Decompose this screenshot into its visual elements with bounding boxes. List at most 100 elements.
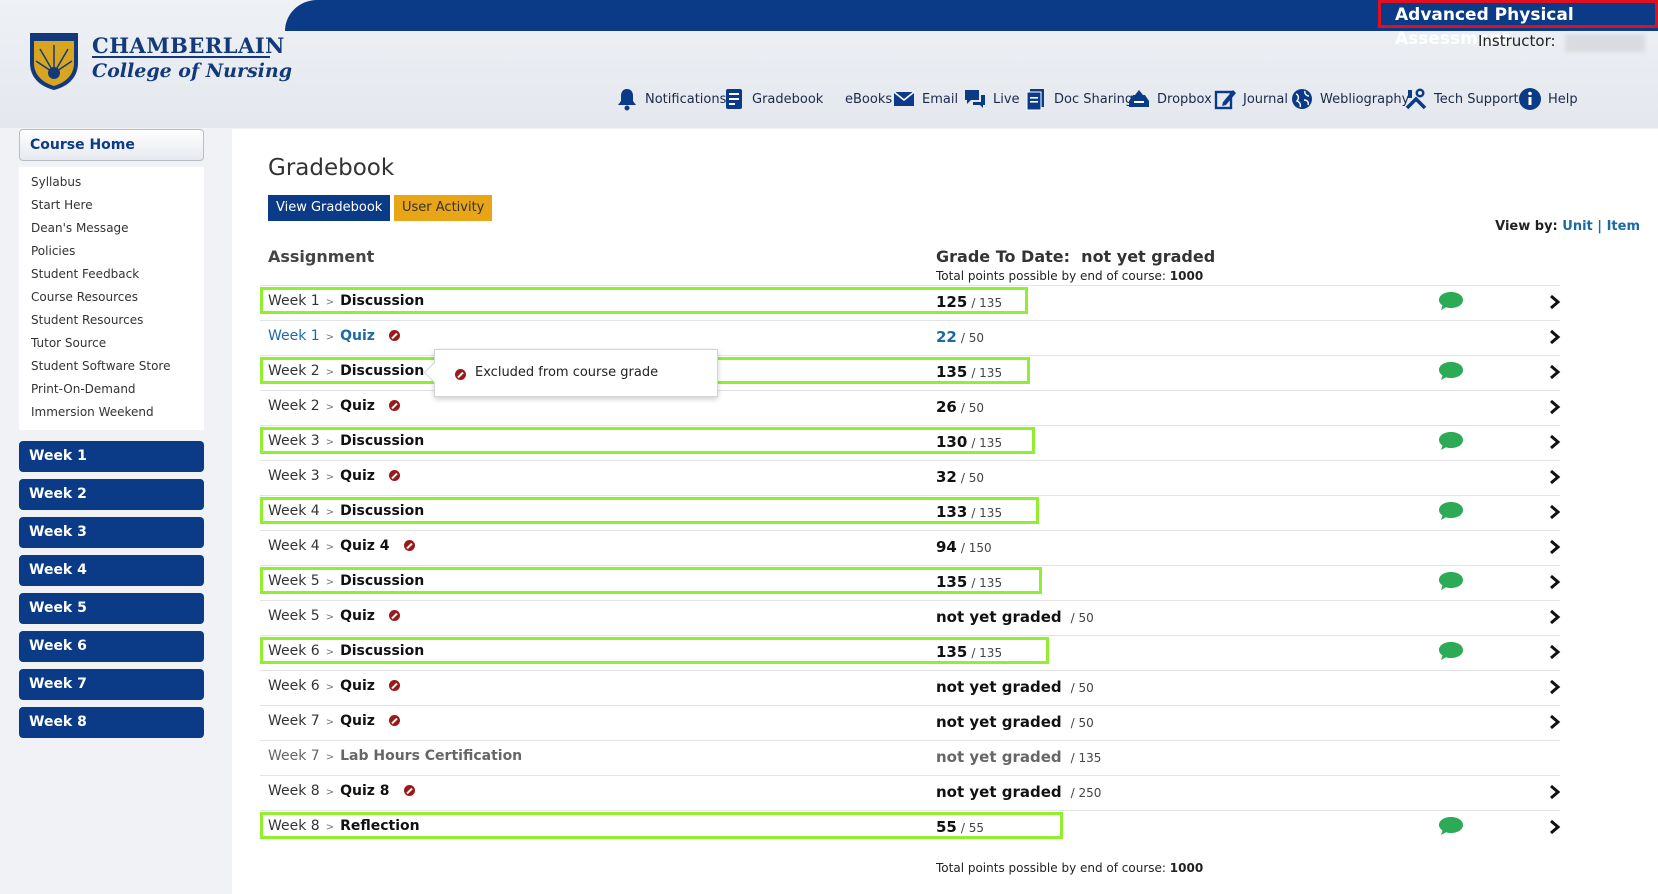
sidebar-week-6[interactable]: Week 6 bbox=[19, 631, 204, 662]
feedback-bubble-icon[interactable] bbox=[1438, 431, 1464, 451]
assignment-name[interactable]: Reflection bbox=[340, 818, 420, 834]
assignment-cell[interactable]: Week 8 > Reflection bbox=[268, 818, 420, 834]
assignment-name[interactable]: Quiz bbox=[340, 328, 375, 344]
assignment-cell[interactable]: Week 2 > Discussion bbox=[268, 363, 424, 379]
table-row[interactable]: Week 1 > Discussion 125/ 135 bbox=[260, 285, 1562, 320]
sidebar-item-start-here[interactable]: Start Here bbox=[19, 194, 204, 217]
chevron-right-icon[interactable] bbox=[1548, 679, 1562, 695]
table-row[interactable]: Week 6 > Quiz not yet graded / 50 bbox=[260, 670, 1562, 705]
table-row[interactable]: Week 8 > Quiz 8 not yet graded / 250 bbox=[260, 775, 1562, 810]
table-row[interactable]: Week 3 > Discussion 130/ 135 bbox=[260, 425, 1562, 460]
assignment-cell[interactable]: Week 5 > Quiz bbox=[268, 608, 400, 624]
feedback-bubble-icon[interactable] bbox=[1438, 816, 1464, 836]
assignment-cell[interactable]: Week 4 > Discussion bbox=[268, 503, 424, 519]
course-title[interactable]: Advanced Physical Assessment bbox=[1378, 0, 1658, 49]
assignment-name[interactable]: Quiz bbox=[340, 713, 375, 729]
excluded-icon[interactable] bbox=[388, 330, 400, 341]
assignment-cell[interactable]: Week 6 > Discussion bbox=[268, 643, 424, 659]
table-row[interactable]: Week 3 > Quiz 32/ 50 bbox=[260, 460, 1561, 495]
nav-dropbox[interactable]: Dropbox bbox=[1127, 86, 1212, 112]
assignment-cell[interactable]: Week 7 > Lab Hours Certification bbox=[268, 748, 522, 764]
sidebar-week-5[interactable]: Week 5 bbox=[19, 593, 204, 624]
chevron-right-icon[interactable] bbox=[1548, 714, 1562, 730]
chevron-right-icon[interactable] bbox=[1548, 504, 1562, 520]
view-by-unit-link[interactable]: Unit bbox=[1562, 219, 1592, 234]
sidebar-week-2[interactable]: Week 2 bbox=[19, 479, 204, 510]
assignment-cell[interactable]: Week 3 > Discussion bbox=[268, 433, 424, 449]
sidebar-item-print-on-demand[interactable]: Print-On-Demand bbox=[19, 378, 204, 401]
sidebar-week-1[interactable]: Week 1 bbox=[19, 441, 204, 472]
assignment-name[interactable]: Discussion bbox=[340, 293, 424, 309]
table-row[interactable]: Week 8 > Reflection 55/ 55 bbox=[260, 810, 1562, 845]
chevron-right-icon[interactable] bbox=[1548, 364, 1562, 380]
logo-name[interactable]: CHAMBERLAIN bbox=[92, 33, 285, 58]
feedback-bubble-icon[interactable] bbox=[1438, 361, 1464, 381]
sidebar-item-tutor-source[interactable]: Tutor Source bbox=[19, 332, 204, 355]
sidebar-item-course-resources[interactable]: Course Resources bbox=[19, 286, 204, 309]
nav-journal[interactable]: Journal bbox=[1213, 86, 1288, 112]
table-row[interactable]: Week 6 > Discussion 135/ 135 bbox=[260, 635, 1561, 670]
excluded-icon[interactable] bbox=[388, 680, 400, 691]
nav-ebooks[interactable]: eBooks bbox=[845, 86, 892, 112]
chevron-right-icon[interactable] bbox=[1548, 784, 1562, 800]
nav-notifications[interactable]: Notifications bbox=[615, 86, 726, 112]
nav-live[interactable]: Live bbox=[963, 86, 1020, 112]
nav-help[interactable]: Help bbox=[1518, 86, 1578, 112]
sidebar-item-immersion-weekend[interactable]: Immersion Weekend bbox=[19, 401, 204, 424]
assignment-cell[interactable]: Week 5 > Discussion bbox=[268, 573, 424, 589]
table-row[interactable]: Week 4 > Quiz 4 94/ 150 bbox=[260, 530, 1562, 565]
sidebar-item-syllabus[interactable]: Syllabus bbox=[19, 171, 204, 194]
table-row[interactable]: Week 4 > Discussion 133/ 135 bbox=[260, 495, 1562, 530]
assignment-cell[interactable]: Week 4 > Quiz 4 bbox=[268, 538, 415, 554]
feedback-bubble-icon[interactable] bbox=[1438, 501, 1464, 521]
chevron-right-icon[interactable] bbox=[1548, 574, 1562, 590]
assignment-cell[interactable]: Week 1 > Quiz bbox=[268, 328, 400, 344]
nav-email[interactable]: Email bbox=[892, 86, 958, 112]
assignment-name[interactable]: Quiz bbox=[340, 608, 375, 624]
assignment-cell[interactable]: Week 2 > Quiz bbox=[268, 398, 400, 414]
table-row[interactable]: Week 7 > Quiz not yet graded / 50 bbox=[260, 705, 1562, 740]
feedback-bubble-icon[interactable] bbox=[1438, 571, 1464, 591]
assignment-cell[interactable]: Week 3 > Quiz bbox=[268, 468, 400, 484]
sidebar-item-student-feedback[interactable]: Student Feedback bbox=[19, 263, 204, 286]
nav-tech-support[interactable]: Tech Support bbox=[1404, 86, 1519, 112]
nav-webliography[interactable]: Webliography bbox=[1290, 86, 1409, 112]
nav-doc-sharing[interactable]: Doc Sharing bbox=[1024, 86, 1133, 112]
chevron-right-icon[interactable] bbox=[1548, 434, 1562, 450]
sidebar-week-8[interactable]: Week 8 bbox=[19, 707, 204, 738]
table-row[interactable]: Week 7 > Lab Hours Certification not yet gr… bbox=[260, 740, 1560, 775]
logo-subtitle[interactable]: College of Nursing bbox=[92, 60, 292, 82]
assignment-name[interactable]: Quiz bbox=[340, 678, 375, 694]
assignment-name[interactable]: Discussion bbox=[340, 363, 424, 379]
chevron-right-icon[interactable] bbox=[1548, 819, 1562, 835]
chevron-right-icon[interactable] bbox=[1548, 609, 1562, 625]
sidebar-item-deans-message[interactable]: Dean's Message bbox=[19, 217, 204, 240]
excluded-icon[interactable] bbox=[403, 540, 415, 551]
excluded-icon[interactable] bbox=[388, 610, 400, 621]
assignment-name[interactable]: Quiz bbox=[340, 398, 375, 414]
sidebar-item-software-store[interactable]: Student Software Store bbox=[19, 355, 204, 378]
sidebar-week-7[interactable]: Week 7 bbox=[19, 669, 204, 700]
assignment-name[interactable]: Discussion bbox=[340, 433, 424, 449]
chevron-right-icon[interactable] bbox=[1548, 294, 1562, 310]
excluded-icon[interactable] bbox=[388, 470, 400, 481]
excluded-icon[interactable] bbox=[388, 400, 400, 411]
assignment-name[interactable]: Discussion bbox=[340, 573, 424, 589]
feedback-bubble-icon[interactable] bbox=[1438, 291, 1464, 311]
sidebar-week-4[interactable]: Week 4 bbox=[19, 555, 204, 586]
assignment-name[interactable]: Quiz bbox=[340, 468, 375, 484]
feedback-bubble-icon[interactable] bbox=[1438, 641, 1464, 661]
assignment-name[interactable]: Discussion bbox=[340, 503, 424, 519]
chevron-right-icon[interactable] bbox=[1548, 399, 1562, 415]
nav-gradebook[interactable]: Gradebook bbox=[722, 86, 823, 112]
assignment-name[interactable]: Lab Hours Certification bbox=[340, 748, 522, 764]
table-row[interactable]: Week 1 > Quiz 22/ 50 Excluded from course gr… bbox=[260, 320, 1561, 397]
excluded-icon[interactable] bbox=[388, 715, 400, 726]
view-by-item-link[interactable]: Item bbox=[1607, 219, 1640, 234]
assignment-cell[interactable]: Week 8 > Quiz 8 bbox=[268, 783, 415, 799]
assignment-name[interactable]: Discussion bbox=[340, 643, 424, 659]
view-gradebook-button[interactable]: View Gradebook bbox=[268, 195, 391, 221]
chevron-right-icon[interactable] bbox=[1548, 539, 1562, 555]
assignment-cell[interactable]: Week 1 > Discussion bbox=[268, 293, 424, 309]
assignment-cell[interactable]: Week 7 > Quiz bbox=[268, 713, 400, 729]
